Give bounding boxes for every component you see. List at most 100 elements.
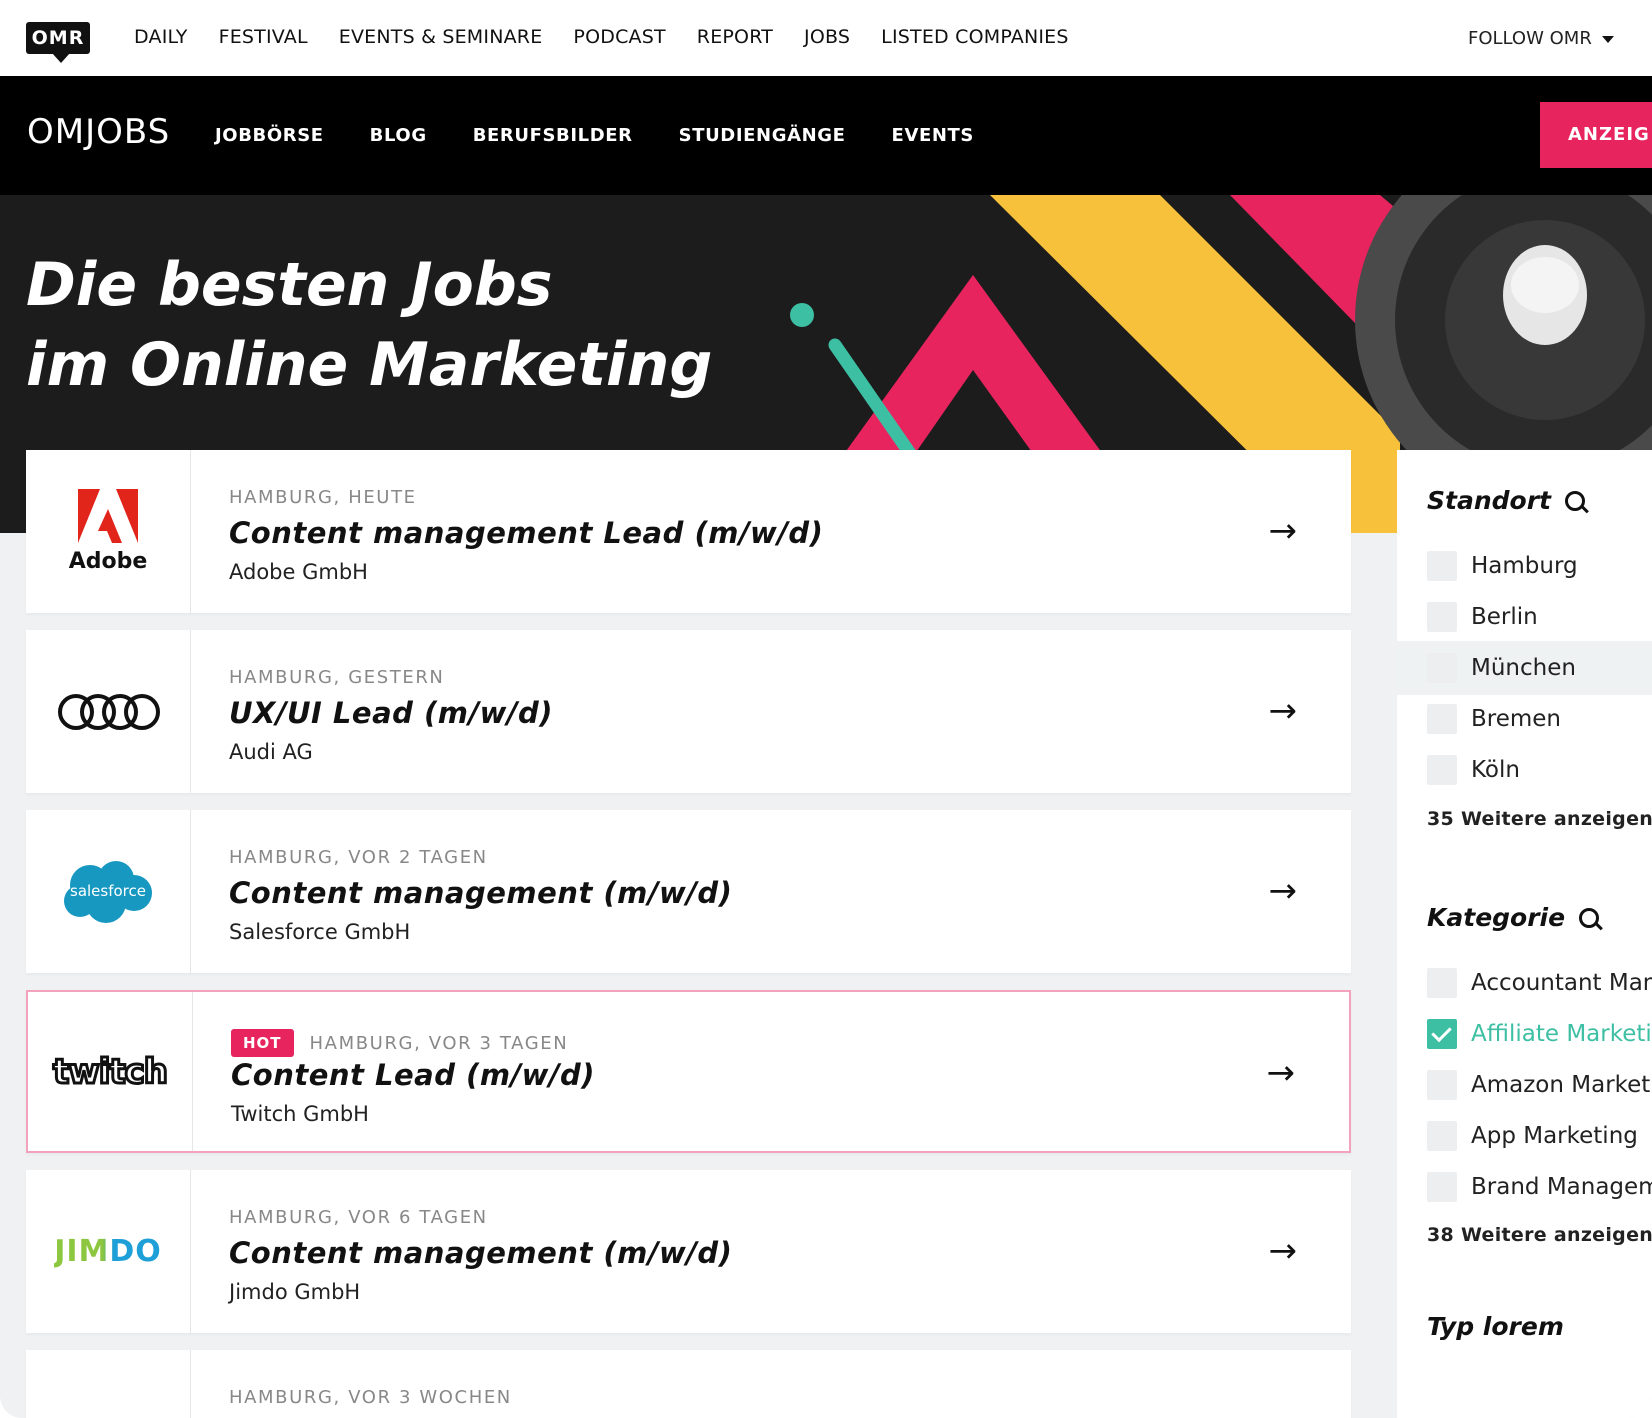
salesforce-logo: salesforce bbox=[60, 859, 156, 925]
nav-jobboerse[interactable]: JOBBÖRSE bbox=[215, 125, 324, 146]
filter-option-affiliate[interactable]: Affiliate Marketin bbox=[1397, 1007, 1652, 1061]
job-title[interactable]: Content management (m/w/d) bbox=[229, 1236, 732, 1270]
filter-option-amazon[interactable]: Amazon Marketir bbox=[1397, 1058, 1652, 1112]
arrow-right-icon[interactable]: → bbox=[1269, 1234, 1298, 1268]
filter-option-berlin[interactable]: Berlin bbox=[1397, 590, 1652, 644]
filter-option-muenchen[interactable]: München bbox=[1397, 641, 1652, 695]
filter-option-app-marketing[interactable]: App Marketing bbox=[1397, 1109, 1652, 1163]
nav-berufsbilder[interactable]: BERUFSBILDER bbox=[473, 125, 633, 146]
company-logo-cell bbox=[26, 630, 191, 793]
job-title[interactable]: Content Lead (m/w/d) bbox=[231, 1058, 595, 1092]
job-company: Salesforce GmbH bbox=[229, 920, 411, 944]
job-meta: HAMBURG, VOR 3 WOCHEN bbox=[229, 1387, 512, 1408]
job-meta: HAMBURG, VOR 6 TAGEN bbox=[229, 1207, 488, 1228]
filter-option-accountant[interactable]: Accountant Manc bbox=[1397, 956, 1652, 1010]
checkbox[interactable] bbox=[1427, 755, 1457, 785]
nav-report[interactable]: REPORT bbox=[697, 26, 773, 48]
nav-festival[interactable]: FESTIVAL bbox=[219, 26, 308, 48]
company-logo-cell: salesforce bbox=[26, 810, 191, 973]
filter-option-label: Hamburg bbox=[1471, 553, 1578, 579]
chevron-down-icon bbox=[1601, 35, 1614, 43]
omr-main-nav: DAILY FESTIVAL EVENTS & SEMINARE PODCAST… bbox=[134, 26, 1069, 48]
adobe-a-icon bbox=[78, 489, 138, 543]
nav-events[interactable]: EVENTS bbox=[892, 125, 974, 146]
hero-teal-dot bbox=[790, 303, 814, 327]
nav-listed-companies[interactable]: LISTED COMPANIES bbox=[881, 26, 1068, 48]
nav-events-seminare[interactable]: EVENTS & SEMINARE bbox=[339, 26, 543, 48]
arrow-right-icon[interactable]: → bbox=[1267, 1056, 1296, 1090]
job-title[interactable]: Content management (m/w/d) bbox=[229, 876, 732, 910]
arrow-right-icon[interactable]: → bbox=[1269, 874, 1298, 908]
filter-option-label: Bremen bbox=[1471, 706, 1562, 732]
filter-option-label: Accountant Manc bbox=[1471, 970, 1652, 996]
filter-option-koeln[interactable]: Köln bbox=[1397, 743, 1652, 797]
hero-title: Die besten Jobs im Online Marketing bbox=[26, 245, 712, 405]
anzeige-button[interactable]: ANZEIG bbox=[1540, 102, 1652, 168]
follow-omr-dropdown[interactable]: FOLLOW OMR bbox=[1468, 28, 1614, 49]
checkbox[interactable] bbox=[1427, 704, 1457, 734]
hot-badge: HOT bbox=[231, 1029, 294, 1057]
search-icon[interactable] bbox=[1579, 907, 1600, 928]
filter-option-label: Affiliate Marketin bbox=[1471, 1021, 1652, 1047]
job-meta: HOT HAMBURG, VOR 3 TAGEN bbox=[231, 1029, 568, 1057]
job-meta: HAMBURG, HEUTE bbox=[229, 487, 417, 508]
kategorie-label: Kategorie bbox=[1427, 903, 1566, 932]
nav-blog[interactable]: BLOG bbox=[370, 125, 427, 146]
hero-title-line-1: Die besten Jobs bbox=[26, 250, 553, 320]
omr-logo[interactable]: OMR bbox=[26, 22, 90, 63]
filter-option-hamburg[interactable]: Hamburg bbox=[1397, 539, 1652, 593]
job-list: Adobe HAMBURG, HEUTE Content management … bbox=[26, 450, 1351, 1418]
adobe-logo: Adobe bbox=[68, 489, 148, 574]
job-card[interactable]: JIMDO HAMBURG, VOR 6 TAGEN Content manag… bbox=[26, 1170, 1351, 1333]
nav-jobs[interactable]: JOBS bbox=[804, 26, 850, 48]
nav-studiengaenge[interactable]: STUDIENGÄNGE bbox=[679, 125, 846, 146]
hero-title-line-2: im Online Marketing bbox=[26, 330, 713, 400]
job-location-date: HAMBURG, VOR 6 TAGEN bbox=[229, 1207, 488, 1228]
browser-frame: OMR DAILY FESTIVAL EVENTS & SEMINARE POD… bbox=[0, 0, 1652, 1418]
show-more-standort-link[interactable]: 35 Weitere anzeigen bbox=[1427, 808, 1652, 830]
twitch-logo: twitch bbox=[52, 1050, 170, 1093]
omjobs-logo[interactable]: OMJOBS bbox=[27, 112, 170, 152]
standort-label: Standort bbox=[1427, 486, 1551, 515]
filter-option-label: App Marketing bbox=[1471, 1123, 1638, 1149]
company-logo-cell bbox=[26, 1350, 191, 1418]
adobe-wordmark: Adobe bbox=[68, 549, 148, 574]
checkbox[interactable] bbox=[1427, 1070, 1457, 1100]
arrow-right-icon[interactable]: → bbox=[1269, 514, 1298, 548]
checkbox[interactable] bbox=[1427, 1121, 1457, 1151]
job-title[interactable]: Content management Lead (m/w/d) bbox=[229, 516, 823, 550]
company-logo-cell: twitch bbox=[28, 992, 193, 1151]
job-title[interactable]: UX/UI Lead (m/w/d) bbox=[229, 696, 553, 730]
filter-option-label: Berlin bbox=[1471, 604, 1538, 630]
job-location-date: HAMBURG, VOR 2 TAGEN bbox=[229, 847, 488, 868]
show-more-kategorie-link[interactable]: 38 Weitere anzeigen bbox=[1427, 1224, 1652, 1246]
typ-label: Typ lorem bbox=[1427, 1312, 1564, 1341]
nav-podcast[interactable]: PODCAST bbox=[573, 26, 665, 48]
job-company: Twitch GmbH bbox=[231, 1102, 369, 1126]
job-meta: HAMBURG, VOR 2 TAGEN bbox=[229, 847, 488, 868]
job-location-date: HAMBURG, HEUTE bbox=[229, 487, 417, 508]
checkbox[interactable] bbox=[1427, 968, 1457, 998]
checkbox[interactable] bbox=[1427, 1172, 1457, 1202]
omjobs-nav-items: JOBBÖRSE BLOG BERUFSBILDER STUDIENGÄNGE … bbox=[215, 125, 974, 146]
filter-option-label: München bbox=[1471, 655, 1576, 681]
filter-sidebar: Standort Hamburg Berlin München Bremen K… bbox=[1397, 450, 1652, 1418]
nav-daily[interactable]: DAILY bbox=[134, 26, 188, 48]
arrow-right-icon[interactable]: → bbox=[1269, 694, 1298, 728]
filter-option-brand[interactable]: Brand Managem bbox=[1397, 1160, 1652, 1214]
job-card[interactable]: Adobe HAMBURG, HEUTE Content management … bbox=[26, 450, 1351, 613]
filter-heading-kategorie: Kategorie bbox=[1427, 903, 1600, 932]
checkbox[interactable] bbox=[1427, 602, 1457, 632]
filter-option-bremen[interactable]: Bremen bbox=[1397, 692, 1652, 746]
job-card[interactable]: salesforce HAMBURG, VOR 2 TAGEN Content … bbox=[26, 810, 1351, 973]
job-card[interactable]: HAMBURG, GESTERN UX/UI Lead (m/w/d) Audi… bbox=[26, 630, 1351, 793]
jimdo-logo: JIMDO bbox=[54, 1234, 162, 1269]
audi-logo bbox=[58, 693, 160, 730]
checkbox[interactable] bbox=[1427, 551, 1457, 581]
checkbox-checked[interactable] bbox=[1427, 1019, 1457, 1049]
job-location-date: HAMBURG, VOR 3 WOCHEN bbox=[229, 1387, 512, 1408]
search-icon[interactable] bbox=[1564, 490, 1585, 511]
job-card-hot[interactable]: twitch HOT HAMBURG, VOR 3 TAGEN Content … bbox=[26, 990, 1351, 1153]
job-card[interactable]: HAMBURG, VOR 3 WOCHEN bbox=[26, 1350, 1351, 1418]
checkbox[interactable] bbox=[1427, 653, 1457, 683]
